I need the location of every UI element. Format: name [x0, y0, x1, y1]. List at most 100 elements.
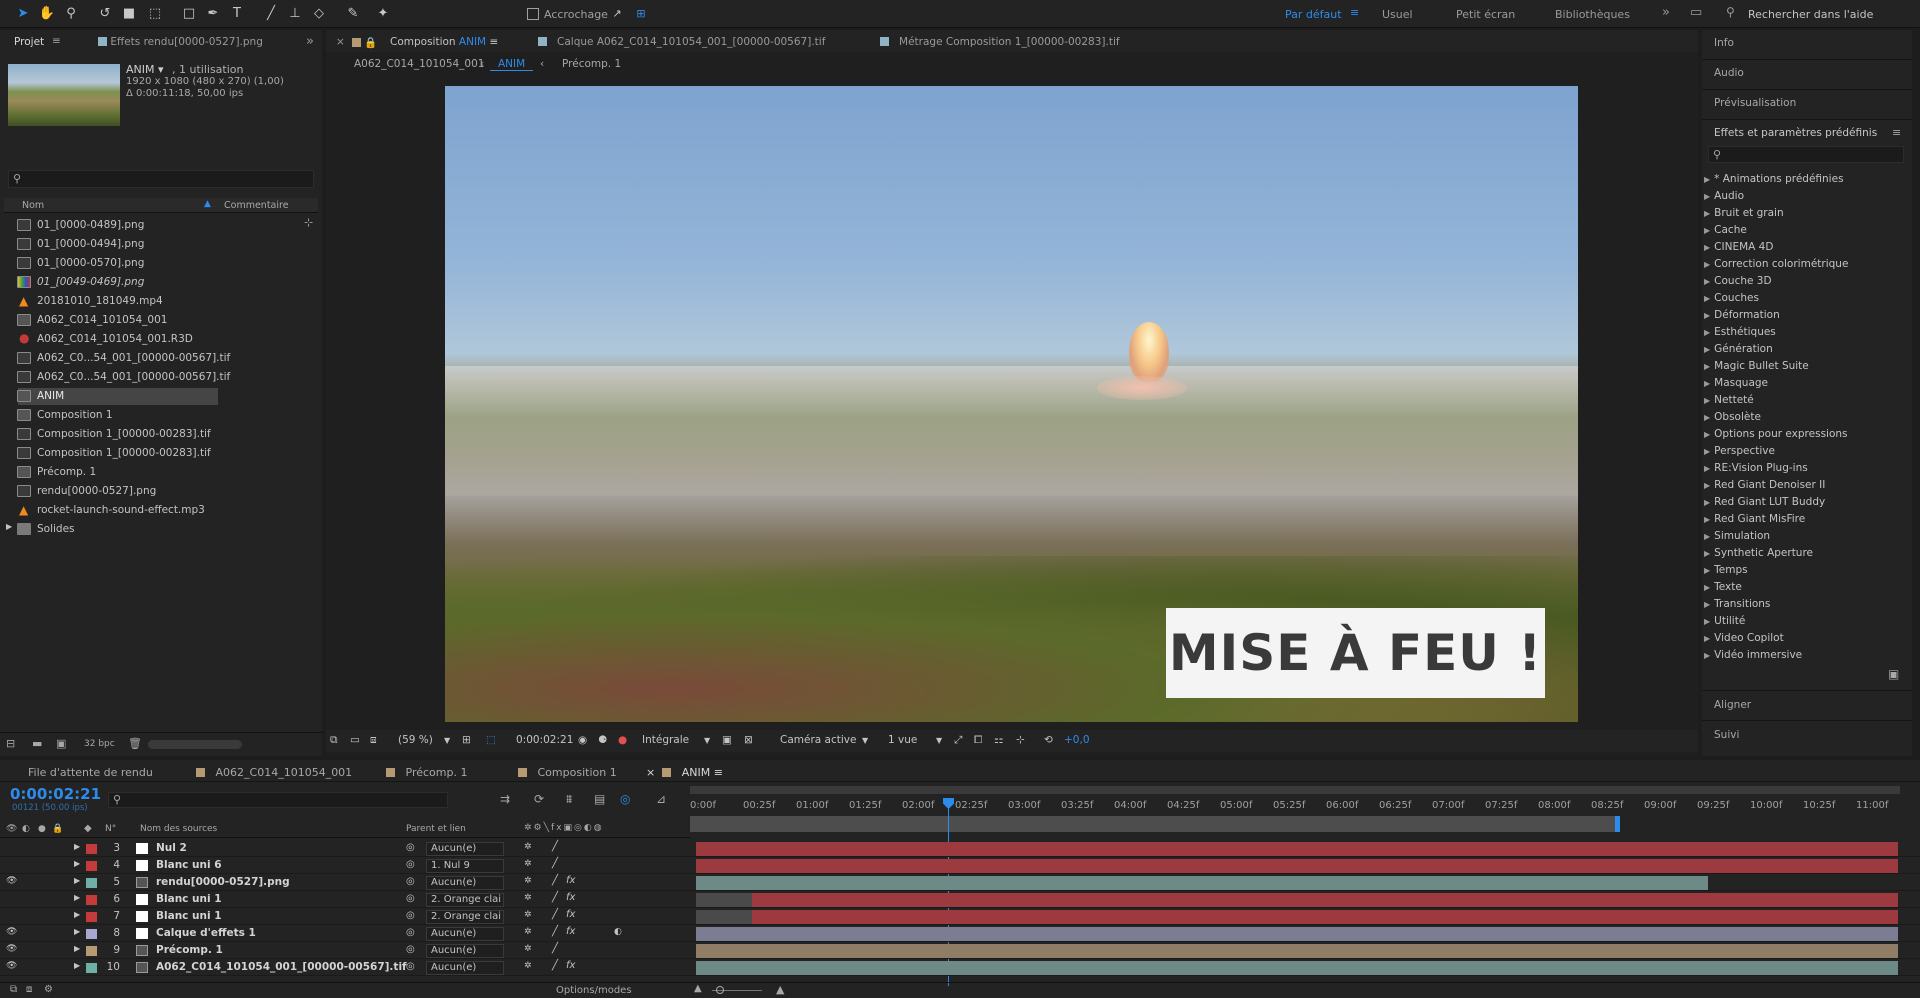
zoom-tool-icon[interactable]: ⚲ [62, 5, 80, 23]
project-item[interactable]: Précomp. 1 [0, 463, 320, 482]
current-time[interactable]: 0:00:02:21 [516, 734, 573, 746]
expand-arrow-icon[interactable]: ▶ [74, 927, 80, 936]
layer-label-color[interactable] [86, 895, 97, 905]
quality-switch-icon[interactable]: ╱ [552, 858, 558, 869]
project-item[interactable]: A062_C0...54_001_[00000-00567].tif [0, 368, 320, 387]
effects-category[interactable]: ▶ Esthétiques [1704, 326, 1776, 343]
shy-layers-icon[interactable]: ⩩ [566, 792, 572, 807]
effects-category[interactable]: ▶ Synthetic Aperture [1704, 547, 1813, 564]
resolution-dropdown[interactable]: Intégrale [642, 734, 689, 746]
hand-tool-icon[interactable]: ✋ [38, 5, 56, 23]
quality-switch-icon[interactable]: ╱ [552, 841, 558, 852]
mask-icon[interactable]: ⧈ [370, 734, 377, 747]
layer-name[interactable]: A062_C014_101054_001_[00000-00567].tif [156, 961, 407, 973]
clone-stamp-tool-icon[interactable]: ⊥ [286, 5, 304, 23]
workspace-small-screen[interactable]: Petit écran [1456, 8, 1515, 21]
parent-dropdown[interactable]: Aucun(e) [426, 876, 504, 890]
project-item[interactable]: Composition 1_[00000-00283].tif [0, 444, 320, 463]
preview-panel[interactable]: Prévisualisation [1702, 90, 1912, 120]
thumb-comp-name[interactable]: ANIM ▾ [126, 63, 164, 76]
effects-category[interactable]: ▶ Vidéo immersive [1704, 649, 1802, 666]
quality-switch-icon[interactable]: ╱ [552, 909, 558, 920]
layer-switches-toggle-icon[interactable]: ⧉ [10, 984, 17, 995]
time-stretch-toggle-icon[interactable]: ⚙ [44, 984, 53, 995]
timeline-current-time[interactable]: 0:00:02:21 [10, 785, 101, 803]
workspace-libraries[interactable]: Bibliothèques [1555, 8, 1630, 21]
tab-effects[interactable]: Effets rendu[0000-0527].png [98, 36, 263, 48]
composition-flowchart-icon[interactable]: ⇉ [500, 792, 510, 806]
timeline-layer-row[interactable]: 👁 ▶ 9 Précomp. 1 ◎ Aucun(e) ✲ ╱ [0, 942, 1920, 959]
layer-name[interactable]: Nul 2 [156, 842, 187, 854]
more-workspaces-icon[interactable]: » [1662, 5, 1670, 20]
parent-dropdown[interactable]: Aucun(e) [426, 961, 504, 975]
transfer-controls-toggle-icon[interactable]: ⧈ [26, 984, 32, 995]
timeline-layer-row[interactable]: ▶ 6 Blanc uni 1 ◎ 2. Orange clai ✲ ╱ fx [0, 891, 1920, 908]
layer-duration-bar[interactable] [696, 859, 1898, 873]
composition-canvas[interactable]: MISE À FEU ! [445, 86, 1578, 722]
tab-comp-a062[interactable]: A062_C014_101054_001 [196, 766, 352, 779]
zoom-in-icon[interactable]: ▲ [776, 983, 784, 996]
project-item[interactable]: ● A062_C014_101054_001.R3D [0, 330, 320, 349]
layer-label-color[interactable] [86, 963, 97, 973]
workspace-menu-icon[interactable]: ≡ [1350, 6, 1359, 19]
project-item[interactable]: Composition 1 [0, 406, 320, 425]
flowchart-icon[interactable]: ⊹ [1016, 734, 1025, 746]
draft-3d-icon[interactable]: ⟳ [534, 792, 544, 806]
project-item[interactable]: 01_[0000-0489].png [0, 216, 320, 235]
work-area-bar[interactable] [690, 816, 1618, 832]
shy-switch-icon[interactable]: ✲ [524, 893, 532, 903]
expand-arrow-icon[interactable]: ▶ [74, 961, 80, 970]
layer-duration-bar[interactable] [752, 893, 1898, 907]
effects-category[interactable]: ▶ Correction colorimétrique [1704, 258, 1848, 275]
tab-comp1[interactable]: Composition 1 [518, 766, 617, 779]
rotate-tool-icon[interactable]: ↺ [96, 5, 114, 23]
expand-arrow-icon[interactable]: ▶ [74, 944, 80, 953]
effects-category[interactable]: ▶ Audio [1704, 190, 1744, 207]
effects-category[interactable]: ▶ Utilité [1704, 615, 1745, 632]
effects-category[interactable]: ▶ Déformation [1704, 309, 1780, 326]
views-dropdown[interactable]: 1 vue [888, 734, 917, 746]
breadcrumb-item[interactable]: Précomp. 1 [562, 58, 621, 70]
channel-icon[interactable]: ● [618, 734, 627, 746]
selection-tool-icon[interactable]: ➤ [14, 5, 32, 23]
puppet-tool-icon[interactable]: ✦ [374, 5, 392, 23]
project-item[interactable]: ▶ Solides [0, 520, 320, 539]
column-source-name[interactable]: Nom des sources [140, 824, 217, 834]
work-area-navigator[interactable] [690, 786, 1900, 794]
visibility-eye-icon[interactable]: 👁 [6, 876, 17, 886]
exposure-value[interactable]: +0,0 [1064, 734, 1090, 746]
effects-category[interactable]: ▶ CINEMA 4D [1704, 241, 1773, 258]
pickwhip-icon[interactable]: ◎ [406, 876, 415, 887]
layer-name[interactable]: Blanc uni 1 [156, 910, 222, 922]
project-menu-icon[interactable]: ≡ [52, 35, 61, 47]
shy-switch-icon[interactable]: ✲ [524, 910, 532, 920]
timeline-zoom-thumb[interactable] [716, 986, 724, 994]
timeline-layer-row[interactable]: 👁 ▶ 8 Calque d'effets 1 ◎ Aucun(e) ✲ ╱ fx ◐ [0, 925, 1920, 942]
audio-panel[interactable]: Audio [1702, 60, 1912, 90]
transparency-grid-icon[interactable]: ▣ [722, 734, 732, 746]
layer-label-color[interactable] [86, 844, 97, 854]
workspace-usual[interactable]: Usuel [1382, 8, 1413, 21]
effects-category[interactable]: ▶ Red Giant MisFire [1704, 513, 1805, 530]
3d-view-icon[interactable]: ⧠ [974, 734, 982, 747]
tab-footage[interactable]: Métrage Composition 1_[00000-00283].tif [880, 36, 1120, 48]
layer-duration-bar[interactable] [696, 842, 1898, 856]
parent-dropdown[interactable]: 2. Orange clai [426, 893, 504, 907]
effect-switch-icon[interactable]: fx [566, 960, 575, 971]
tab-composition[interactable]: Composition ANIM ≡ [390, 36, 498, 48]
tab-anim[interactable]: × ANIM ≡ [646, 766, 723, 779]
camera-tool-icon[interactable]: ■ [120, 5, 138, 23]
layer-label-color[interactable] [86, 912, 97, 922]
expand-arrow-icon[interactable]: ▶ [6, 522, 12, 531]
roto-brush-tool-icon[interactable]: ✎ [344, 5, 362, 23]
effects-category[interactable]: ▶ Transitions [1704, 598, 1770, 615]
effects-category[interactable]: ▶ Obsolète [1704, 411, 1761, 428]
snap-edges-icon[interactable]: ⊞ [632, 5, 650, 23]
shy-switch-icon[interactable]: ✲ [524, 842, 532, 852]
thumbnail-scroll[interactable] [148, 740, 242, 749]
visibility-eye-icon[interactable]: 👁 [6, 944, 17, 954]
fast-preview-icon[interactable]: ⊠ [744, 734, 753, 746]
effects-category[interactable]: ▶ Texte [1704, 581, 1742, 598]
layer-label-color[interactable] [86, 878, 97, 888]
reset-exposure-icon[interactable]: ⟲ [1044, 734, 1053, 746]
